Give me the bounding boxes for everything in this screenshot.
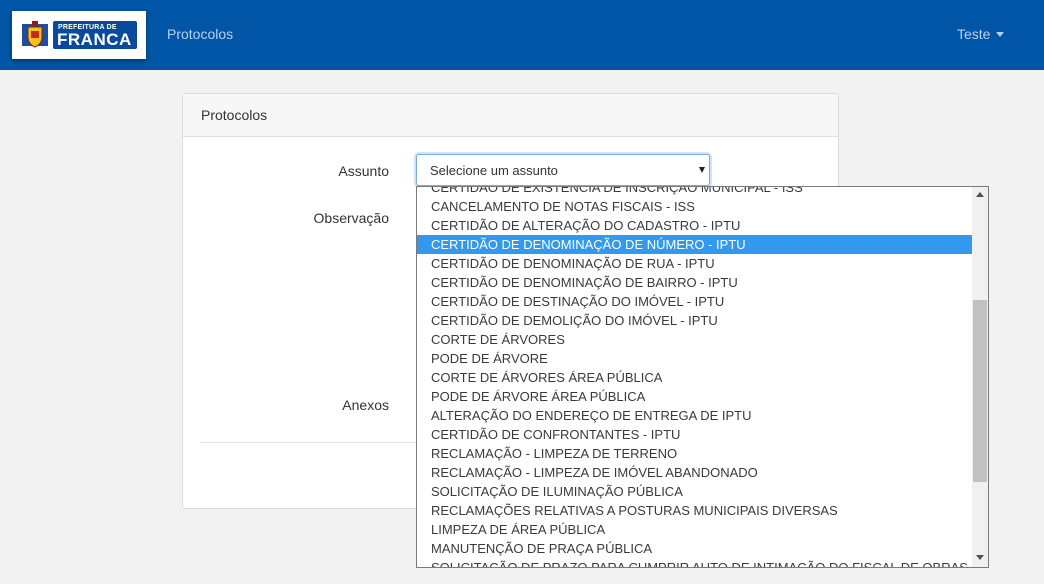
dropdown-option[interactable]: LIMPEZA DE ÁREA PÚBLICA (417, 520, 972, 539)
scroll-down-arrow-icon[interactable] (976, 555, 984, 560)
dropdown-option[interactable]: RECLAMAÇÕES RELATIVAS A POSTURAS MUNICIP… (417, 501, 972, 520)
card-header: Protocolos (183, 94, 838, 137)
card-title: Protocolos (201, 107, 268, 123)
dropdown-option[interactable]: SOLICITAÇÃO DE PRAZO PARA CUMPRIR AUTO D… (417, 558, 972, 567)
dropdown-option[interactable]: CERTIDÃO DE DENOMINAÇÃO DE RUA - IPTU (417, 254, 972, 273)
scroll-up-arrow-icon[interactable] (976, 192, 984, 197)
dropdown-option[interactable]: CORTE DE ÁRVORES ÁREA PÚBLICA (417, 368, 972, 387)
dropdown-option[interactable]: PODE DE ÁRVORE (417, 349, 972, 368)
dropdown-option[interactable]: RECLAMAÇÃO - LIMPEZA DE TERRENO (417, 444, 972, 463)
dropdown-option[interactable]: CERTIDÃO DE CONFRONTANTES - IPTU (417, 425, 972, 444)
logo-inner: PREFEITURA DE FRANCA (20, 19, 138, 51)
logo-wordmark: PREFEITURA DE FRANCA (53, 21, 137, 49)
caret-down-icon (996, 32, 1005, 37)
coat-of-arms-icon (22, 21, 48, 48)
dropdown-option[interactable]: CERTIDÃO DE DENOMINAÇÃO DE BAIRRO - IPTU (417, 273, 972, 292)
assunto-label: Assunto (338, 163, 389, 179)
dropdown-option[interactable]: SOLICITAÇÃO DE ILUMINAÇÃO PÚBLICA (417, 482, 972, 501)
assunto-select[interactable]: Selecione um assunto (416, 154, 710, 186)
prefeitura-logo[interactable]: PREFEITURA DE FRANCA (12, 11, 146, 59)
dropdown-option[interactable]: CERTIDÃO DE EXISTÊNCIA DE INSCRIÇÃO MUNI… (417, 187, 972, 197)
anexos-label: Anexos (342, 397, 389, 413)
logo-title: FRANCA (57, 30, 132, 49)
dropdown-option[interactable]: CERTIDÃO DE ALTERAÇÃO DO CADASTRO - IPTU (417, 216, 972, 235)
dropdown-option[interactable]: RECLAMAÇÃO - LIMPEZA DE IMÓVEL ABANDONAD… (417, 463, 972, 482)
scrollbar-thumb[interactable] (973, 300, 987, 482)
dropdown-option[interactable]: CERTIDÃO DE DENOMINAÇÃO DE NÚMERO - IPTU (417, 235, 972, 254)
dropdown-scrollbar[interactable] (972, 187, 988, 567)
dropdown-option[interactable]: CANCELAMENTO DE NOTAS FISCAIS - ISS (417, 197, 972, 216)
nav-link-protocolos[interactable]: Protocolos (167, 26, 233, 42)
chevron-down-icon (699, 167, 705, 173)
top-navbar: PREFEITURA DE FRANCA Protocolos Teste (0, 0, 1044, 70)
dropdown-option[interactable]: PODE DE ÁRVORE ÁREA PÚBLICA (417, 387, 972, 406)
observacao-label: Observação (313, 210, 389, 226)
dropdown-option[interactable]: MANUTENÇÃO DE PRAÇA PÚBLICA (417, 539, 972, 558)
user-name: Teste (957, 26, 991, 42)
assunto-select-value: Selecione um assunto (430, 163, 558, 178)
dropdown-option[interactable]: CORTE DE ÁRVORES (417, 330, 972, 349)
user-menu[interactable]: Teste (957, 26, 1005, 42)
dropdown-option[interactable]: CERTIDÃO DE DESTINAÇÃO DO IMÓVEL - IPTU (417, 292, 972, 311)
dropdown-option[interactable]: ALTERAÇÃO DO ENDEREÇO DE ENTREGA DE IPTU (417, 406, 972, 425)
dropdown-option[interactable]: CERTIDÃO DE DEMOLIÇÃO DO IMÓVEL - IPTU (417, 311, 972, 330)
assunto-dropdown-list[interactable]: CERTIDÃO DE EXISTÊNCIA DE INSCRIÇÃO MUNI… (416, 186, 989, 568)
